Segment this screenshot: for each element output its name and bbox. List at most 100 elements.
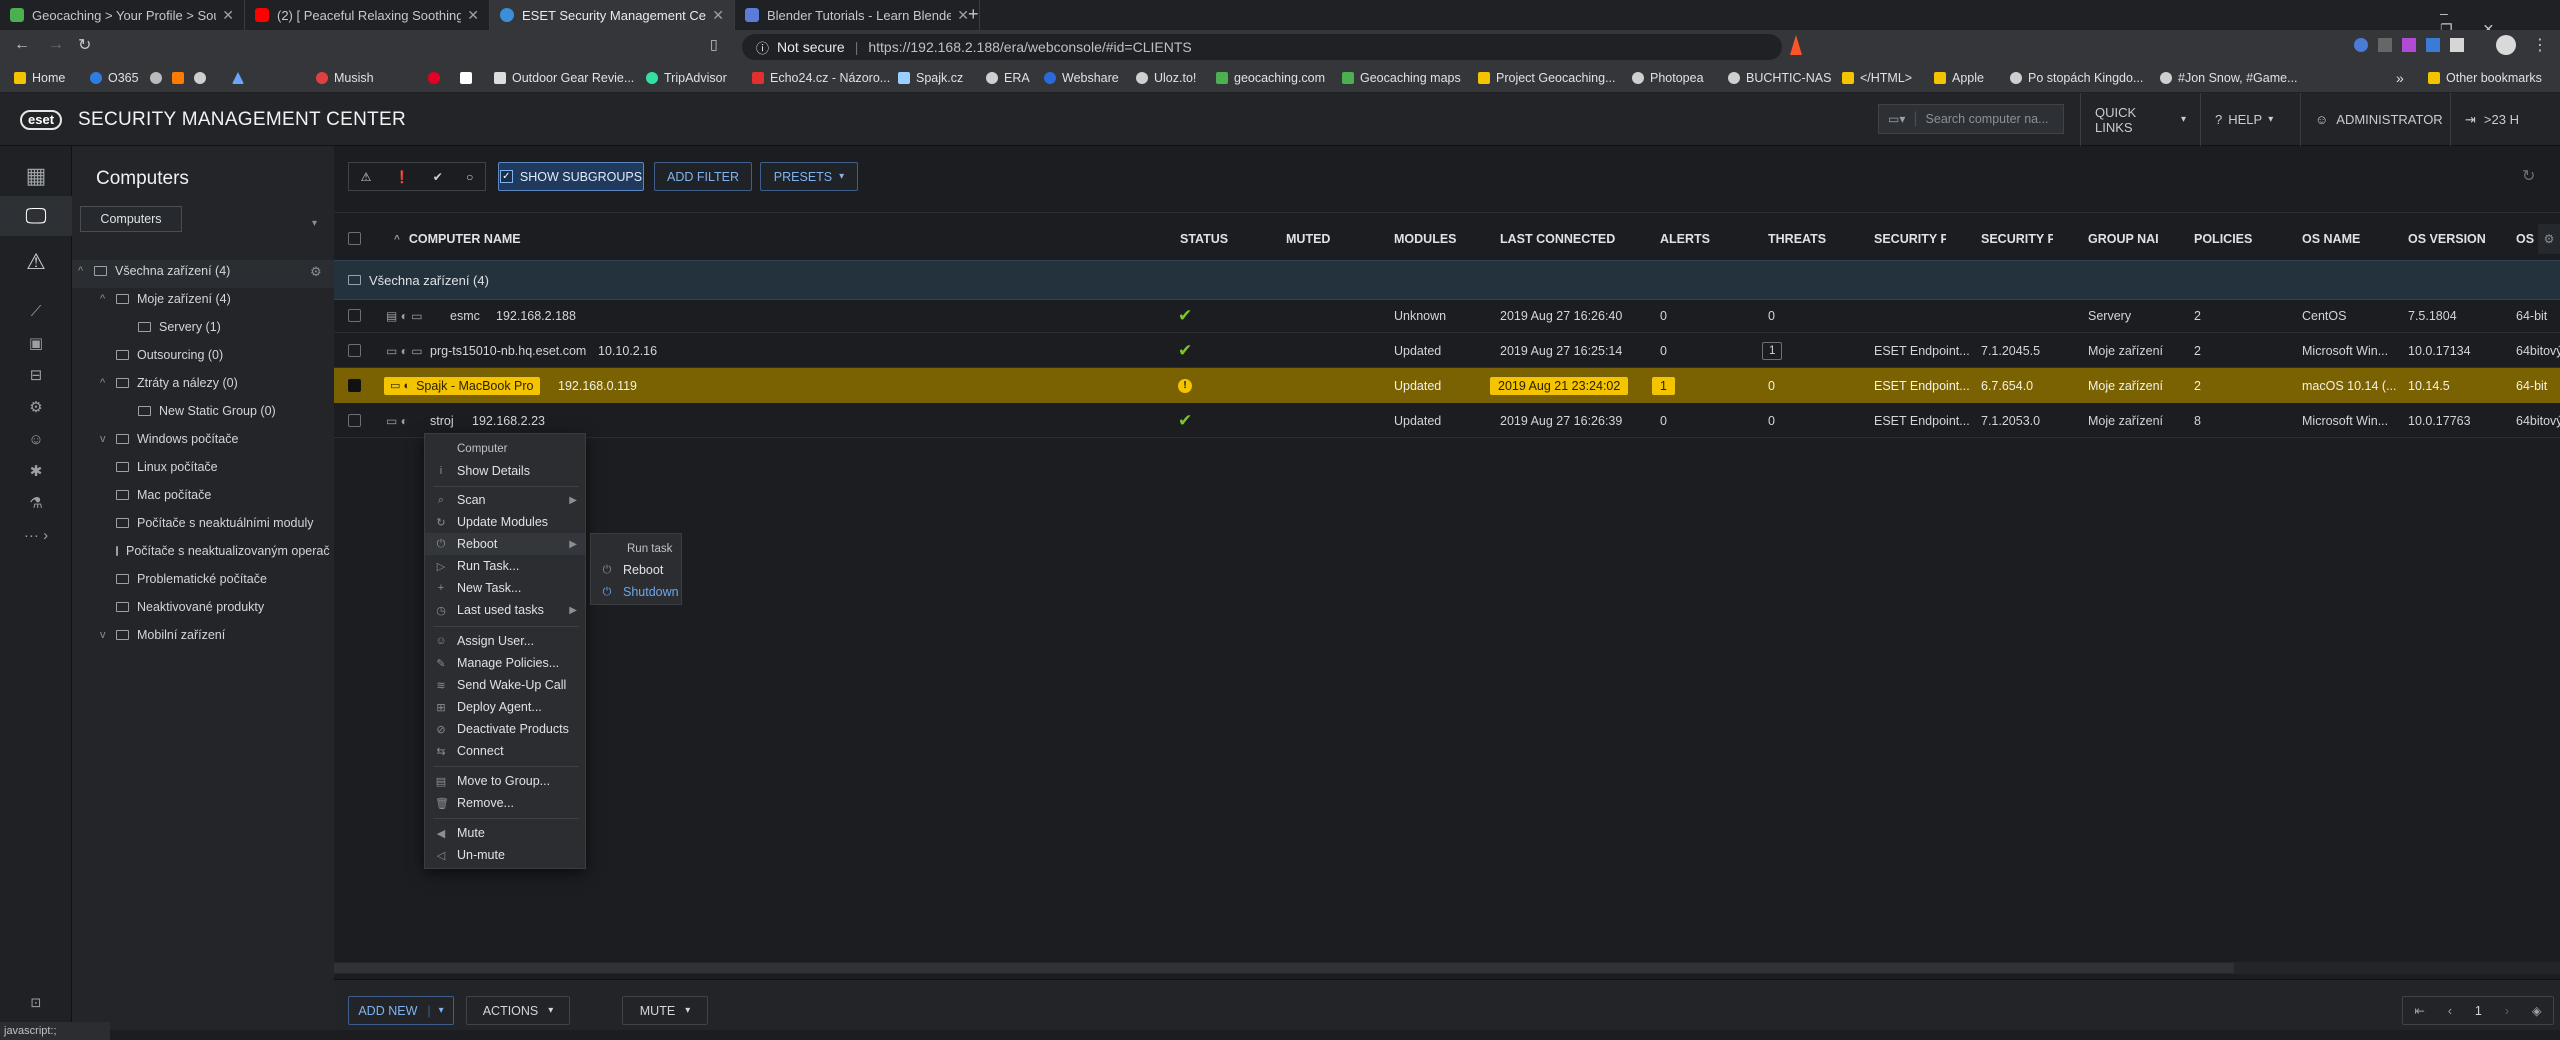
tree-item[interactable]: ^ Ztráty a nálezy (0) [100,376,238,390]
browser-tab[interactable]: (2) [ Peaceful Relaxing Soothing ] N ✕ [245,0,490,30]
menu-item-assign-user[interactable]: ☺ Assign User... [425,630,585,652]
search-input[interactable]: Search computer na... [1926,112,2049,126]
threats-badge[interactable]: 1 [1762,333,1783,368]
refresh-icon[interactable]: ↻ [2522,166,2535,186]
computer-search[interactable]: ▭▾ | Search computer na... [1878,104,2064,134]
browser-menu-icon[interactable]: ⋮ [2532,35,2548,55]
add-new-button[interactable]: ADD NEW | ▾ [348,996,454,1025]
presets-button[interactable]: PRESETS ▾ [760,162,858,191]
first-page-icon[interactable]: ⇤ [2414,1003,2424,1018]
column-header-os[interactable]: OS [2516,224,2536,254]
column-header-modules[interactable]: MODULES [1394,224,1484,254]
bookmark-item[interactable] [172,63,190,93]
computer-name[interactable]: prg-ts15010-nb.hq.eset.com [430,333,586,368]
logout-button[interactable]: ⇥ >23 H [2450,93,2560,146]
column-header-os-name[interactable]: OS NAME [2302,224,2392,254]
brave-rewards-icon[interactable] [1790,35,1802,55]
tree-item[interactable]: New Static Group (0) [138,404,276,418]
table-row[interactable]: ▤ ◐ ▭ esmc 192.168.2.188 ✔ Unknown 2019 … [334,298,2560,333]
collapse-menu-icon[interactable]: ⊡ [0,990,72,1016]
submenu-item-shutdown[interactable]: ⏻ Shutdown [591,581,681,603]
info-icon[interactable]: ⓘ [756,38,769,57]
column-header-alerts[interactable]: ALERTS [1660,224,1740,254]
alert-filter-icon[interactable]: ❗ [395,170,410,184]
status-icon[interactable]: ⚗ [0,488,72,518]
menu-item-run-task[interactable]: ▷ Run Task... [425,555,585,577]
url-text[interactable]: https://192.168.2.188/era/webconsole/#id… [868,39,1191,55]
bookmark-item[interactable]: O365 [90,63,139,93]
menu-item-move-to-group[interactable]: ▤ Move to Group... [425,770,585,792]
bookmark-item[interactable] [150,63,168,93]
menu-item-show-details[interactable]: i Show Details [425,460,585,482]
computers-icon[interactable]: 🖵 [0,196,72,236]
menu-item-new-task[interactable]: + New Task... [425,577,585,599]
browser-tab-active[interactable]: ESET Security Management Center ✕ [490,0,735,30]
tree-item[interactable]: Počítače s neaktuálními moduly [116,516,313,530]
close-icon[interactable]: ✕ [467,7,479,24]
notifications-icon[interactable]: ✱ [0,456,72,486]
tree-item[interactable]: ^ Moje zařízení (4) [100,292,231,306]
extension-icon[interactable] [2402,38,2416,52]
pagination[interactable]: ⇤ ‹ 1 › ◈ [2402,996,2554,1025]
quick-links-button[interactable]: QUICK LINKS ▾ [2080,93,2200,146]
detections-icon[interactable]: ⚠ [0,242,72,282]
row-checkbox[interactable] [348,414,361,427]
layers-icon[interactable]: ◈ [2532,1003,2542,1018]
help-button[interactable]: ? HELP ▾ [2200,93,2300,146]
reload-icon[interactable]: ↻ [78,35,91,55]
bookmark-item[interactable]: Po stopách Kingdo... [2010,63,2143,93]
menu-item-last-used-tasks[interactable]: ◷ Last used tasks ▶ [425,599,585,621]
profile-avatar[interactable] [2496,35,2516,55]
menu-item-remove[interactable]: 🗑 Remove... [425,792,585,814]
bookmark-item[interactable]: Home [14,63,65,93]
bookmark-item[interactable]: Apple [1934,63,1984,93]
tree-item[interactable]: v Windows počítače [100,432,238,446]
bookmark-item[interactable]: Photopea [1632,63,1704,93]
extension-icon[interactable] [2354,38,2368,52]
row-checkbox[interactable] [348,379,361,392]
tree-item[interactable]: v Mobilní zařízení [100,628,225,642]
bookmark-item[interactable] [460,63,478,93]
more-bookmarks-button[interactable]: » [2396,63,2404,93]
installers-icon[interactable]: ⊟ [0,360,72,390]
prev-page-icon[interactable]: ‹ [2448,1004,2452,1018]
bookmark-item[interactable]: </HTML> [1842,63,1912,93]
tree-item[interactable]: Servery (1) [138,320,221,334]
column-header-group-name[interactable]: GROUP NAI [2088,224,2160,254]
menu-item-un-mute[interactable]: ◁ Un-mute [425,844,585,866]
computer-name[interactable]: esmc [450,298,480,333]
browser-tab[interactable]: Geocaching > Your Profile > Souv ✕ [0,0,245,30]
column-header-muted[interactable]: MUTED [1286,224,1366,254]
chevron-down-icon[interactable]: ▾ [312,218,317,229]
bookmark-item[interactable]: Echo24.cz - Názoro... [752,63,890,93]
bookmark-item[interactable]: BUCHTIC-NAS [1728,63,1831,93]
row-checkbox[interactable] [348,309,361,322]
column-header-policies[interactable]: POLICIES [2194,224,2274,254]
table-settings-icon[interactable]: ⚙ [2538,224,2560,254]
close-icon[interactable]: ✕ [712,7,724,24]
actions-button[interactable]: ACTIONS ▾ [466,996,570,1025]
bookmark-item[interactable]: Uloz.to! [1136,63,1196,93]
bookmark-item[interactable] [232,63,250,93]
next-page-icon[interactable]: › [2505,1004,2509,1018]
menu-item-send-wake-up-call[interactable]: ≋ Send Wake-Up Call [425,674,585,696]
column-header-security-product-version[interactable]: SECURITY PI [1981,224,2053,254]
show-subgroups-toggle[interactable]: ✓ SHOW SUBGROUPS [498,162,644,191]
bookmark-item[interactable]: Project Geocaching... [1478,63,1616,93]
table-row[interactable]: ▭ ◐ stroj 192.168.2.23 ✔ Updated 2019 Au… [334,403,2560,438]
table-row[interactable]: ▭ ◐ ▭ prg-ts15010-nb.hq.eset.com 10.10.2… [334,333,2560,368]
reports-icon[interactable]: ⟋ [0,296,72,326]
bookmark-item[interactable]: Webshare [1044,63,1119,93]
scrollbar-thumb[interactable] [334,963,2234,973]
column-header-security-product[interactable]: SECURITY PI [1874,224,1946,254]
policies-icon[interactable]: ⚙ [0,392,72,422]
tree-item[interactable]: Počítače s neaktualizovaným operační [116,544,330,558]
row-checkbox[interactable] [348,344,361,357]
bookmark-item[interactable]: TripAdvisor [646,63,727,93]
column-header-threats[interactable]: THREATS [1768,224,1848,254]
extension-icon[interactable] [2378,38,2392,52]
unknown-filter-icon[interactable]: ○ [466,170,473,184]
warning-filter-icon[interactable]: ⚠ [361,170,372,184]
more-icon[interactable]: ··· › [0,520,72,550]
forward-icon[interactable]: → [48,36,64,54]
